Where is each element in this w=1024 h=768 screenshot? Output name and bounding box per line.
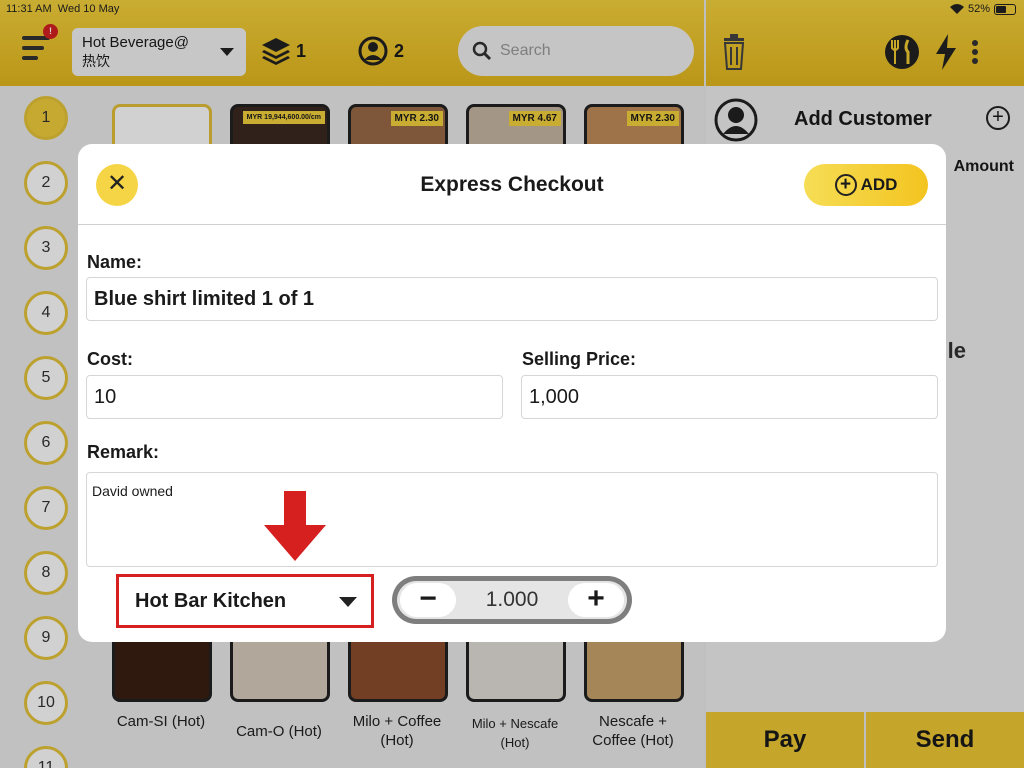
name-field[interactable]: Blue shirt limited 1 of 1 [86, 277, 938, 321]
cost-label: Cost: [87, 349, 133, 369]
kitchen-value: Hot Bar Kitchen [135, 590, 287, 612]
arrow-down-icon [264, 491, 326, 561]
express-checkout-dialog: ✕ Express Checkout + ADD Name: Blue shir… [78, 144, 946, 642]
header-divider [78, 224, 946, 225]
remark-label: Remark: [87, 442, 160, 462]
plus-circle-icon: + [834, 174, 857, 196]
quantity-stepper: − 1.000 + [392, 576, 632, 624]
increment-button[interactable]: + [568, 583, 624, 617]
add-button[interactable]: + ADD [804, 164, 928, 206]
kitchen-select[interactable]: Hot Bar Kitchen [116, 574, 374, 628]
selling-price-field[interactable]: 1,000 [521, 375, 938, 419]
add-button-label: ADD [860, 175, 898, 194]
cost-field[interactable]: 10 [86, 375, 503, 419]
remark-textarea[interactable]: David owned [86, 472, 938, 567]
chevron-down-icon [339, 597, 357, 607]
name-label: Name: [87, 252, 143, 272]
selling-price-label: Selling Price: [522, 349, 637, 369]
